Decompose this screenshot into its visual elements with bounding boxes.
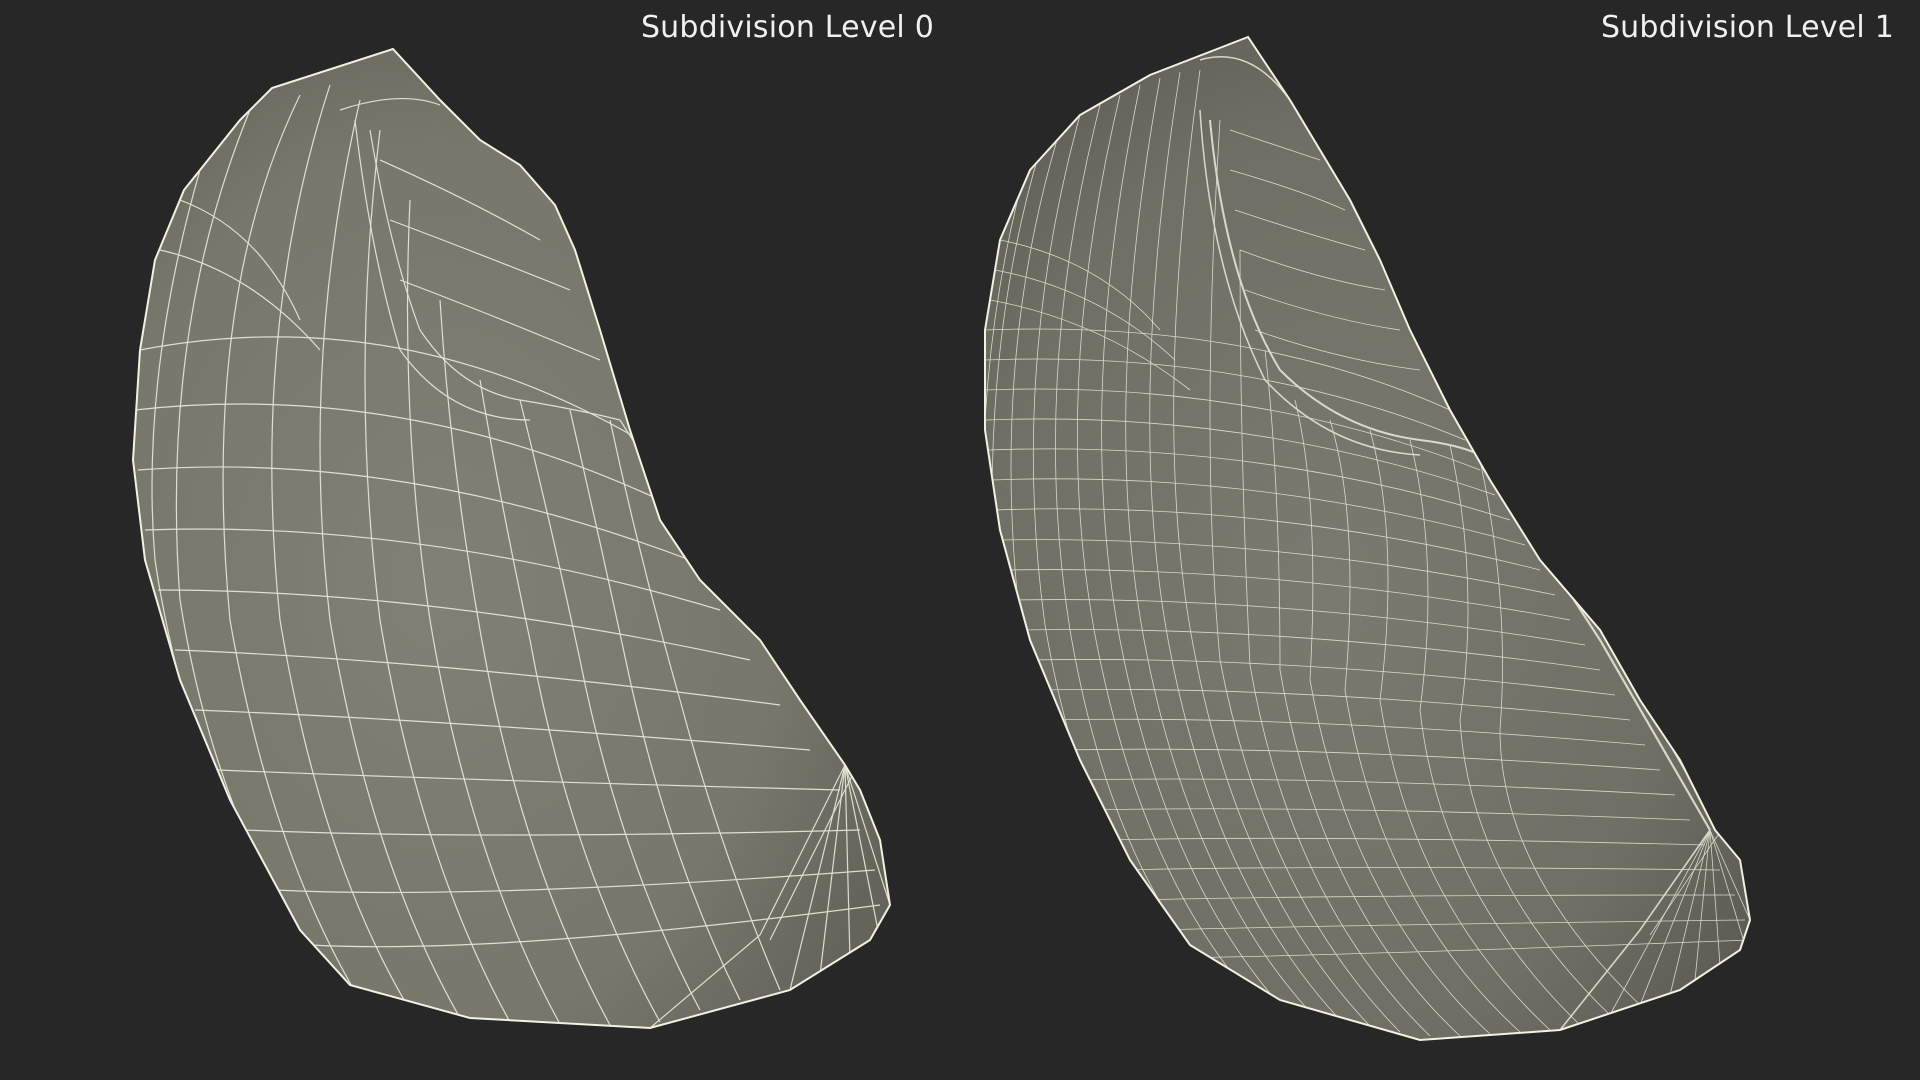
render-viewport: Subdivision Level 0 Subdivision Level 1 [0,0,1920,1080]
mesh-level-1 [984,35,1752,1042]
wireframe-render [131,35,1752,1042]
mesh-level-0 [131,47,892,1030]
